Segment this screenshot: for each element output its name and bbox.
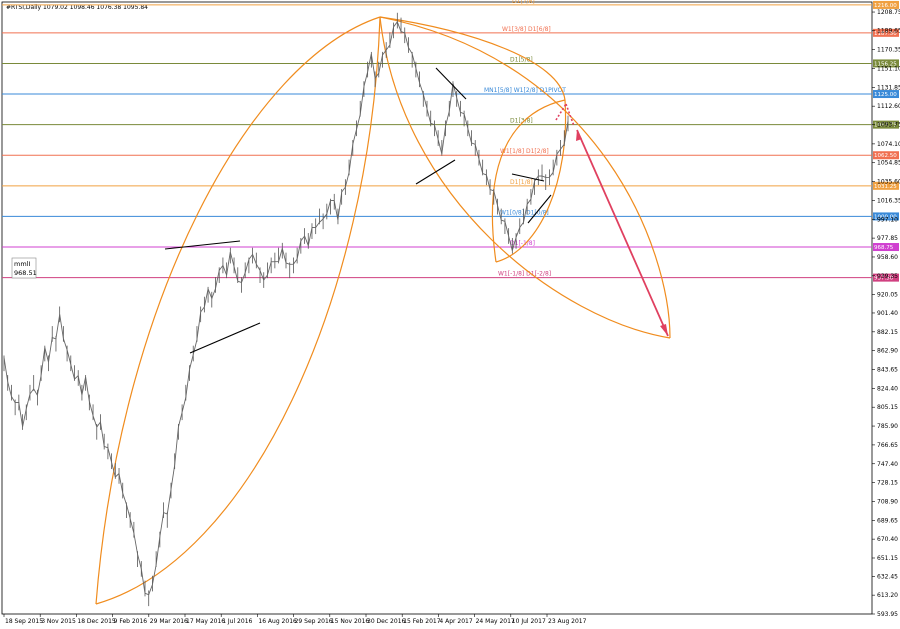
y-tick-label: 958.60: [877, 254, 898, 261]
y-tick-label: 747.40: [877, 461, 898, 468]
y-tick-label: 977.85: [877, 235, 898, 242]
y-tick-label: 613.20: [877, 592, 898, 599]
y-tick-label: 1112.60: [877, 103, 900, 110]
y-tick-label: 1170.35: [877, 47, 900, 54]
x-tick-label: 29 Sep 2016: [295, 618, 333, 625]
price-tag: 968.75: [874, 245, 894, 251]
price-tag: 1062.50: [874, 153, 897, 159]
x-tick-label: 10 Jul 2017: [512, 618, 546, 625]
x-tick-label: 24 May 2017: [476, 618, 515, 625]
y-tick-label: 901.40: [877, 310, 898, 317]
indicator-value: 968.51: [14, 269, 37, 277]
y-tick-label: 1093.75: [877, 122, 900, 129]
level-label: W1[-1/8] D1[-2/8]: [498, 271, 551, 278]
x-tick-label: 17 May 2016: [186, 618, 225, 625]
price-tag: 1125.00: [874, 92, 897, 98]
x-tick-label: 18 Sep 2015: [5, 618, 43, 625]
y-tick-label: 689.65: [877, 517, 898, 524]
x-tick-label: 1 Jul 2016: [222, 618, 252, 625]
x-tick-label: 16 Aug 2016: [258, 618, 297, 625]
y-tick-label: 997.10: [877, 216, 898, 223]
x-tick-label: 9 Feb 2016: [114, 618, 148, 625]
level-label: D1[7/8]: [512, 0, 535, 5]
x-tick-label: 15 Feb 2017: [403, 618, 441, 625]
price-tag: 1216.00: [874, 3, 897, 9]
y-tick-label: 785.90: [877, 423, 898, 430]
y-tick-label: 824.40: [877, 385, 898, 392]
level-label: D1[1/8]: [510, 179, 533, 186]
x-tick-label: 23 Aug 2017: [548, 618, 587, 625]
y-tick-label: 843.65: [877, 367, 898, 374]
y-tick-label: 1131.85: [877, 84, 900, 91]
y-tick-label: 920.05: [877, 292, 898, 299]
x-tick-label: 4 Apr 2017: [439, 618, 472, 625]
level-label: MN1[5/8] W1[2/8] D1PIVOT: [484, 87, 566, 94]
y-tick-label: 766.65: [877, 442, 898, 449]
x-tick-label: 3 Nov 2015: [41, 618, 76, 625]
y-tick-label: 1054.85: [877, 160, 900, 167]
y-tick-label: 593.95: [877, 611, 898, 618]
level-label: W1[1/8] D1[2/8]: [500, 148, 549, 155]
y-tick-label: 1074.10: [877, 141, 900, 148]
y-tick-label: 862.90: [877, 348, 898, 355]
y-tick-label: 632.45: [877, 573, 898, 580]
y-tick-label: 651.15: [877, 555, 898, 562]
level-label: W1[0/8] D1[0/8]: [500, 209, 549, 216]
x-tick-label: 30 Dec 2016: [367, 618, 406, 625]
y-tick-label: 805.15: [877, 404, 898, 411]
y-tick-label: 670.40: [877, 536, 898, 543]
x-tick-label: 29 Mar 2016: [150, 618, 188, 625]
level-label: W1[3/8] D1[6/8]: [502, 26, 551, 33]
y-tick-label: 1189.65: [877, 28, 900, 35]
indicator-box[interactable]: mmlI 968.51: [11, 257, 37, 279]
price-chart: #RTSI,Daily 1079.02 1098.46 1076.38 1095…: [0, 0, 900, 629]
x-tick-label: 18 Dec 2015: [77, 618, 116, 625]
y-tick-label: 1035.60: [877, 179, 900, 186]
indicator-name: mmlI: [14, 260, 30, 268]
x-tick-label: 15 Nov 2016: [331, 618, 370, 625]
y-tick-label: 1151.10: [877, 65, 900, 72]
y-tick-label: 1016.35: [877, 197, 900, 204]
y-tick-label: 939.35: [877, 273, 898, 280]
y-tick-label: 1208.75: [877, 9, 900, 16]
y-tick-label: 728.15: [877, 480, 898, 487]
y-tick-label: 882.15: [877, 329, 898, 336]
y-tick-label: 708.90: [877, 498, 898, 505]
